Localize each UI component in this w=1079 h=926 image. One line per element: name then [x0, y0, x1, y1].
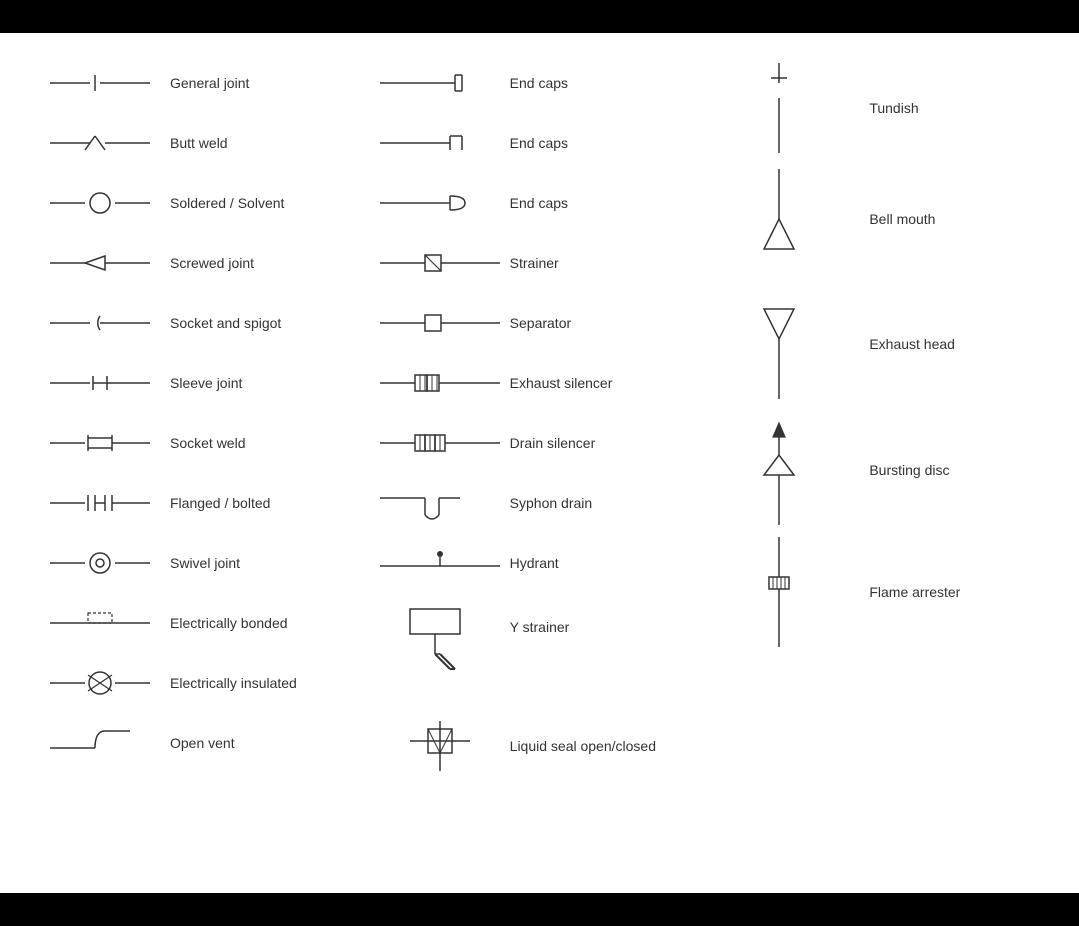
item-butt-weld: Butt weld	[30, 113, 370, 173]
label-sleeve-joint: Sleeve joint	[170, 375, 370, 391]
symbol-end-cap-2	[370, 128, 510, 158]
symbol-butt-weld	[30, 128, 170, 158]
symbol-exhaust-head	[709, 289, 849, 399]
symbol-liquid-seal	[370, 711, 510, 781]
symbol-drain-silencer	[370, 428, 510, 458]
item-general-joint: General joint	[30, 53, 370, 113]
item-empty-2	[370, 685, 710, 705]
symbol-open-vent	[30, 723, 170, 763]
symbol-y-strainer	[370, 599, 510, 679]
symbol-socket-spigot	[30, 308, 170, 338]
label-syphon-drain: Syphon drain	[510, 495, 710, 511]
symbol-swivel-joint	[30, 548, 170, 578]
label-screwed-joint: Screwed joint	[170, 255, 370, 271]
label-general-joint: General joint	[170, 75, 370, 91]
item-sleeve-joint: Sleeve joint	[30, 353, 370, 413]
symbol-hydrant	[370, 546, 510, 581]
label-drain-silencer: Drain silencer	[510, 435, 710, 451]
label-bursting-disc: Bursting disc	[869, 462, 1049, 478]
item-electrically-insulated: Electrically insulated	[30, 653, 370, 713]
item-tundish: Tundish	[709, 53, 1049, 159]
column-1: General joint Butt weld	[30, 53, 370, 873]
label-hydrant: Hydrant	[510, 555, 710, 571]
item-y-strainer: Y strainer	[370, 593, 710, 685]
label-end-cap-3: End caps	[510, 195, 710, 211]
symbol-separator	[370, 308, 510, 338]
item-swivel-joint: Swivel joint	[30, 533, 370, 593]
item-open-vent: Open vent	[30, 713, 370, 773]
item-end-cap-2: End caps	[370, 113, 710, 173]
label-strainer: Strainer	[510, 255, 710, 271]
item-soldered: Soldered / Solvent	[30, 173, 370, 233]
label-electrically-insulated: Electrically insulated	[170, 675, 370, 691]
label-exhaust-head: Exhaust head	[869, 336, 1049, 352]
label-flame-arrester: Flame arrester	[869, 584, 1049, 600]
symbol-tundish	[709, 63, 849, 153]
label-tundish: Tundish	[869, 100, 1049, 116]
symbol-end-cap-3	[370, 188, 510, 218]
symbol-bursting-disc	[709, 415, 849, 525]
label-exhaust-silencer: Exhaust silencer	[510, 375, 710, 391]
label-end-cap-1: End caps	[510, 75, 710, 91]
label-socket-weld: Socket weld	[170, 435, 370, 451]
symbol-socket-weld	[30, 428, 170, 458]
item-hydrant: Hydrant	[370, 533, 710, 593]
symbol-exhaust-silencer	[370, 368, 510, 398]
symbol-flame-arrester	[709, 537, 849, 647]
item-socket-weld: Socket weld	[30, 413, 370, 473]
symbol-electrically-insulated	[30, 668, 170, 698]
item-bursting-disc: Bursting disc	[709, 409, 1049, 531]
label-bell-mouth: Bell mouth	[869, 211, 1049, 227]
main-container: General joint Butt weld	[0, 33, 1079, 893]
item-end-cap-3: End caps	[370, 173, 710, 233]
item-bell-mouth: Bell mouth	[709, 159, 1049, 279]
item-end-cap-1: End caps	[370, 53, 710, 113]
item-exhaust-head: Exhaust head	[709, 279, 1049, 409]
label-soldered: Soldered / Solvent	[170, 195, 370, 211]
label-flanged-bolted: Flanged / bolted	[170, 495, 370, 511]
column-2: End caps End caps	[370, 53, 710, 873]
item-flame-arrester: Flame arrester	[709, 531, 1049, 653]
item-syphon-drain: Syphon drain	[370, 473, 710, 533]
symbol-soldered	[30, 188, 170, 218]
item-screwed-joint: Screwed joint	[30, 233, 370, 293]
symbol-electrically-bonded	[30, 608, 170, 638]
item-electrically-bonded: Electrically bonded	[30, 593, 370, 653]
label-liquid-seal: Liquid seal open/closed	[510, 738, 710, 754]
item-exhaust-silencer: Exhaust silencer	[370, 353, 710, 413]
item-drain-silencer: Drain silencer	[370, 413, 710, 473]
symbol-sleeve-joint	[30, 368, 170, 398]
label-end-cap-2: End caps	[510, 135, 710, 151]
symbol-screwed-joint	[30, 248, 170, 278]
symbol-general-joint	[30, 68, 170, 98]
symbol-strainer	[370, 248, 510, 278]
label-socket-spigot: Socket and spigot	[170, 315, 370, 331]
column-3: Tundish Bell mouth	[709, 53, 1049, 873]
label-separator: Separator	[510, 315, 710, 331]
symbol-bell-mouth	[709, 169, 849, 269]
item-separator: Separator	[370, 293, 710, 353]
label-electrically-bonded: Electrically bonded	[170, 615, 370, 631]
item-flanged-bolted: Flanged / bolted	[30, 473, 370, 533]
symbol-flanged-bolted	[30, 488, 170, 518]
item-liquid-seal: Liquid seal open/closed	[370, 705, 710, 787]
symbol-end-cap-1	[370, 68, 510, 98]
label-open-vent: Open vent	[170, 735, 370, 751]
label-y-strainer: Y strainer	[510, 599, 710, 635]
symbol-syphon-drain	[370, 483, 510, 523]
label-swivel-joint: Swivel joint	[170, 555, 370, 571]
item-strainer: Strainer	[370, 233, 710, 293]
item-socket-spigot: Socket and spigot	[30, 293, 370, 353]
label-butt-weld: Butt weld	[170, 135, 370, 151]
